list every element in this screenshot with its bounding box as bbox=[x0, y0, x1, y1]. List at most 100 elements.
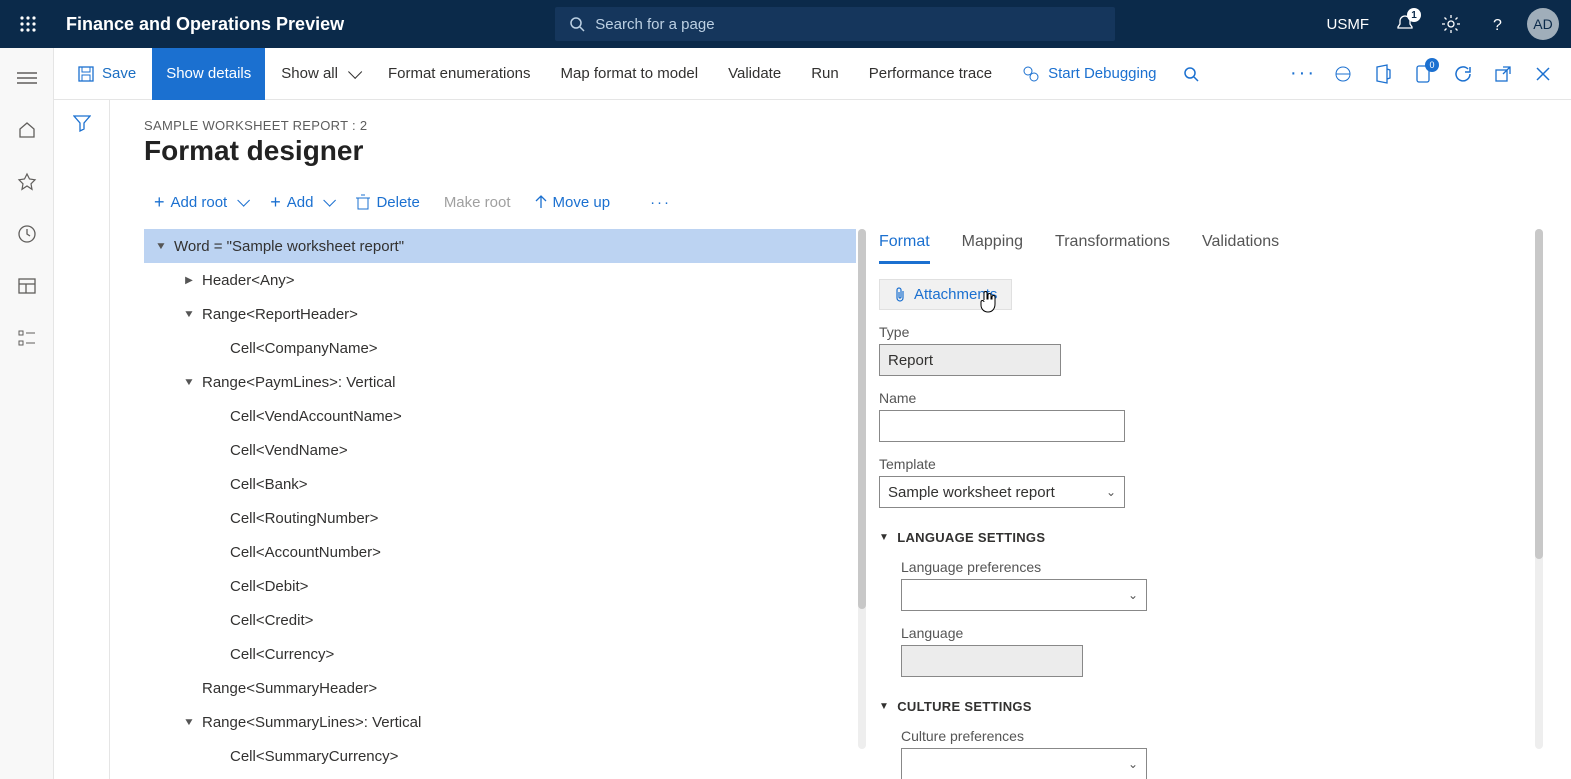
tree-node[interactable]: Cell<Currency> bbox=[144, 637, 856, 671]
tree-node[interactable]: Cell<SummaryCurrency> bbox=[144, 739, 856, 773]
tab-transformations[interactable]: Transformations bbox=[1055, 229, 1170, 264]
modules-icon[interactable] bbox=[13, 324, 41, 352]
notifications-icon[interactable]: 1 bbox=[1389, 8, 1421, 40]
hamburger-icon[interactable] bbox=[13, 64, 41, 92]
company-code[interactable]: USMF bbox=[1327, 16, 1370, 33]
name-field[interactable] bbox=[879, 410, 1125, 442]
close-icon[interactable] bbox=[1525, 56, 1561, 92]
tree-node[interactable]: Cell<Credit> bbox=[144, 603, 856, 637]
tree-node-label: Cell<CompanyName> bbox=[230, 340, 378, 357]
chevron-down-icon: ⌄ bbox=[1106, 485, 1116, 499]
name-label: Name bbox=[879, 390, 1527, 406]
chevron-down-icon: ⌄ bbox=[1128, 588, 1138, 602]
tab-format[interactable]: Format bbox=[879, 229, 930, 264]
add-root-button[interactable]: +Add root bbox=[144, 187, 256, 217]
trash-icon bbox=[356, 194, 370, 210]
svg-text:?: ? bbox=[1493, 17, 1502, 34]
attachments-icon[interactable]: 0 bbox=[1405, 56, 1441, 92]
tree-node-label: Cell<SummaryCurrency> bbox=[230, 748, 398, 765]
favorites-icon[interactable] bbox=[13, 168, 41, 196]
type-label: Type bbox=[879, 324, 1527, 340]
user-avatar[interactable]: AD bbox=[1527, 8, 1559, 40]
tree-node-label: Cell<VendName> bbox=[230, 442, 348, 459]
show-details-button[interactable]: Show details bbox=[152, 48, 265, 100]
add-root-label: Add root bbox=[171, 194, 228, 211]
toggle-icon[interactable] bbox=[182, 309, 196, 320]
validate-button[interactable]: Validate bbox=[714, 48, 795, 100]
template-select[interactable]: Sample worksheet report ⌄ bbox=[879, 476, 1125, 508]
culture-settings-header[interactable]: ▼CULTURE SETTINGS bbox=[879, 699, 1527, 714]
format-enumerations-button[interactable]: Format enumerations bbox=[374, 48, 545, 100]
more-icon[interactable]: ··· bbox=[1285, 56, 1321, 92]
dataverse-icon[interactable] bbox=[1325, 56, 1361, 92]
move-up-button[interactable]: Move up bbox=[525, 188, 621, 217]
culture-settings-label: CULTURE SETTINGS bbox=[897, 699, 1032, 714]
culture-preferences-label: Culture preferences bbox=[901, 728, 1527, 744]
attachments-label: Attachments bbox=[914, 286, 997, 303]
debug-icon bbox=[1022, 65, 1040, 83]
tree-node[interactable]: Range<SummaryLines>: Vertical bbox=[144, 705, 856, 739]
tree-node[interactable]: Cell<CompanyName> bbox=[144, 331, 856, 365]
workspaces-icon[interactable] bbox=[13, 272, 41, 300]
tree-node[interactable]: Cell<AccountNumber> bbox=[144, 535, 856, 569]
toggle-icon[interactable] bbox=[182, 717, 196, 728]
recent-icon[interactable] bbox=[13, 220, 41, 248]
tree-scrollbar[interactable] bbox=[858, 229, 866, 749]
office-icon[interactable] bbox=[1365, 56, 1401, 92]
tree-node-label: Cell<Currency> bbox=[230, 646, 334, 663]
language-settings-label: LANGUAGE SETTINGS bbox=[897, 530, 1045, 545]
tree-node[interactable]: Cell<VendName> bbox=[144, 433, 856, 467]
tree-node[interactable]: Range<PaymLines>: Vertical bbox=[144, 365, 856, 399]
template-label: Template bbox=[879, 456, 1527, 472]
add-button[interactable]: + Add bbox=[260, 187, 342, 217]
tab-mapping[interactable]: Mapping bbox=[962, 229, 1023, 264]
start-debugging-button[interactable]: Start Debugging bbox=[1008, 48, 1170, 100]
plus-icon: + bbox=[270, 193, 281, 211]
notification-badge: 1 bbox=[1407, 8, 1421, 22]
overflow-button[interactable]: ··· bbox=[640, 188, 681, 217]
search-input[interactable] bbox=[595, 16, 1101, 33]
tab-validations[interactable]: Validations bbox=[1202, 229, 1279, 264]
tree-node[interactable]: Cell<Debit> bbox=[144, 569, 856, 603]
tree-node[interactable]: Range<ReportHeader> bbox=[144, 297, 856, 331]
toggle-icon[interactable] bbox=[182, 377, 196, 388]
performance-trace-button[interactable]: Performance trace bbox=[855, 48, 1006, 100]
add-label: Add bbox=[287, 194, 314, 211]
move-up-label: Move up bbox=[553, 194, 611, 211]
help-icon[interactable]: ? bbox=[1481, 8, 1513, 40]
language-preferences-select[interactable]: ⌄ bbox=[901, 579, 1147, 611]
delete-label: Delete bbox=[376, 194, 419, 211]
map-format-to-model-button[interactable]: Map format to model bbox=[547, 48, 713, 100]
format-tree[interactable]: Word = "Sample worksheet report"Header<A… bbox=[144, 229, 856, 773]
app-launcher-icon[interactable] bbox=[12, 8, 44, 40]
save-button[interactable]: Save bbox=[64, 48, 150, 100]
tree-node[interactable]: Cell<Bank> bbox=[144, 467, 856, 501]
popout-icon[interactable] bbox=[1485, 56, 1521, 92]
tree-node[interactable]: Header<Any> bbox=[144, 263, 856, 297]
refresh-icon[interactable] bbox=[1445, 56, 1481, 92]
tree-node-label: Cell<RoutingNumber> bbox=[230, 510, 378, 527]
tree-node[interactable]: Range<SummaryHeader> bbox=[144, 671, 856, 705]
tree-node[interactable]: Cell<VendAccountName> bbox=[144, 399, 856, 433]
make-root-button: Make root bbox=[434, 188, 521, 217]
filter-icon[interactable] bbox=[73, 114, 91, 779]
tree-node[interactable]: Cell<RoutingNumber> bbox=[144, 501, 856, 535]
settings-icon[interactable] bbox=[1435, 8, 1467, 40]
run-button[interactable]: Run bbox=[797, 48, 853, 100]
panel-scrollbar[interactable] bbox=[1535, 229, 1543, 749]
global-search[interactable] bbox=[555, 7, 1115, 41]
find-icon[interactable] bbox=[1173, 56, 1209, 92]
culture-preferences-select[interactable]: ⌄ bbox=[901, 748, 1147, 779]
toggle-icon[interactable] bbox=[182, 275, 196, 286]
home-icon[interactable] bbox=[13, 116, 41, 144]
paperclip-icon bbox=[894, 287, 906, 303]
delete-button[interactable]: Delete bbox=[346, 188, 429, 217]
breadcrumb: SAMPLE WORKSHEET REPORT : 2 bbox=[144, 118, 1547, 133]
start-debugging-label: Start Debugging bbox=[1048, 65, 1156, 82]
show-all-button[interactable]: Show all bbox=[267, 48, 372, 100]
attachments-button[interactable]: Attachments bbox=[879, 279, 1012, 310]
language-settings-header[interactable]: ▼LANGUAGE SETTINGS bbox=[879, 530, 1527, 545]
toggle-icon[interactable] bbox=[154, 241, 168, 252]
tree-node-label: Cell<AccountNumber> bbox=[230, 544, 381, 561]
tree-node[interactable]: Word = "Sample worksheet report" bbox=[144, 229, 856, 263]
